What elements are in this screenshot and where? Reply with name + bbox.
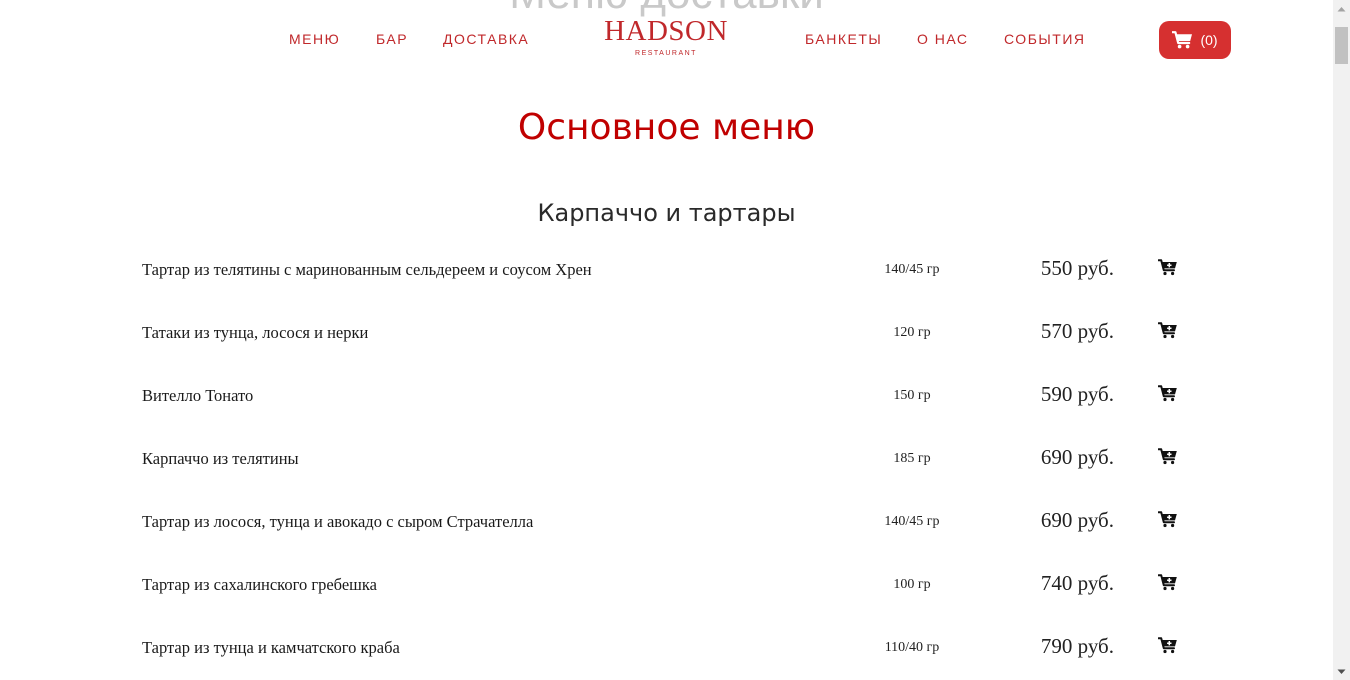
page: Меню доставки МЕНЮ БАР ДОСТАВКА HADSON R…	[0, 0, 1350, 680]
add-to-cart-icon[interactable]	[1157, 385, 1180, 405]
menu-item-name: Тартар из сахалинского гребешка	[142, 575, 377, 594]
nav-link-menu[interactable]: МЕНЮ	[289, 31, 340, 47]
menu-item-name: Татаки из тунца, лосося и нерки	[142, 323, 369, 342]
add-to-cart-icon[interactable]	[1157, 322, 1180, 342]
nav-link-about[interactable]: О НАС	[917, 31, 969, 47]
menu-item-name: Вителло Тонато	[142, 386, 254, 405]
add-to-cart-icon[interactable]	[1157, 511, 1180, 531]
menu-item-weight: 100 гр	[893, 577, 931, 592]
menu-item-price: 690 руб.	[1040, 445, 1114, 469]
scrollbar-thumb[interactable]	[1335, 27, 1348, 64]
add-to-cart-icon[interactable]	[1157, 637, 1180, 657]
logo-subtitle: RESTAURANT	[635, 50, 697, 57]
scroll-up-arrow-icon[interactable]	[1333, 0, 1350, 17]
menu-item-price: 790 руб.	[1040, 634, 1114, 658]
menu-item-name: Тартар из лосося, тунца и авокадо с сыро…	[142, 512, 534, 531]
hadson-logo[interactable]: HADSON RESTAURANT	[586, 14, 746, 57]
nav-link-delivery[interactable]: ДОСТАВКА	[443, 31, 529, 47]
add-to-cart-icon[interactable]	[1157, 448, 1180, 468]
cart-count: (0)	[1200, 32, 1218, 48]
menu-item-price: 550 руб.	[1040, 256, 1114, 280]
menu-item-row: Тартар из лосося, тунца и авокадо с сыро…	[142, 507, 1202, 537]
menu-item-weight: 140/45 гр	[884, 262, 940, 277]
menu-item-row: Вителло Тонато 150 гр 590 руб.	[142, 381, 1202, 411]
menu-item-row: Тартар из сахалинского гребешка 100 гр 7…	[142, 570, 1202, 600]
menu-item-name: Тартар из телятины с маринованным сельде…	[142, 260, 592, 279]
menu-item-weight: 110/40 гр	[884, 640, 940, 655]
menu-item-weight: 150 гр	[893, 388, 931, 403]
menu-item-weight: 120 гр	[893, 325, 931, 340]
menu-item-weight: 185 гр	[893, 451, 931, 466]
menu-item-price: 740 руб.	[1040, 571, 1114, 595]
menu-item-row: Карпаччо из телятины 185 гр 690 руб.	[142, 444, 1202, 474]
menu-item-row: Татаки из тунца, лосося и нерки 120 гр 5…	[142, 318, 1202, 348]
add-to-cart-icon[interactable]	[1157, 574, 1180, 594]
menu-item-name: Карпаччо из телятины	[142, 449, 299, 468]
logo-wordmark: HADSON	[604, 15, 728, 47]
scroll-down-arrow-icon[interactable]	[1333, 663, 1350, 680]
vertical-scrollbar[interactable]	[1333, 0, 1350, 680]
nav-link-events[interactable]: СОБЫТИЯ	[1004, 31, 1086, 47]
cart-button[interactable]: (0)	[1159, 21, 1231, 59]
menu-item-row: Тартар из телятины с маринованным сельде…	[142, 255, 1202, 285]
shopping-cart-icon	[1172, 31, 1193, 49]
nav-link-banquets[interactable]: БАНКЕТЫ	[805, 31, 882, 47]
menu-item-price: 590 руб.	[1040, 382, 1114, 406]
menu-item-price: 570 руб.	[1040, 319, 1114, 343]
menu-item-name: Тартар из тунца и камчатского краба	[142, 638, 400, 657]
add-to-cart-icon[interactable]	[1157, 259, 1180, 279]
nav-link-bar[interactable]: БАР	[376, 31, 408, 47]
section-title: Карпаччо и тартары	[537, 199, 796, 227]
menu-item-price: 690 руб.	[1040, 508, 1114, 532]
menu-item-row: Тартар из тунца и камчатского краба 110/…	[142, 633, 1202, 663]
menu-item-weight: 140/45 гр	[884, 514, 940, 529]
page-title: Основное меню	[517, 107, 816, 148]
